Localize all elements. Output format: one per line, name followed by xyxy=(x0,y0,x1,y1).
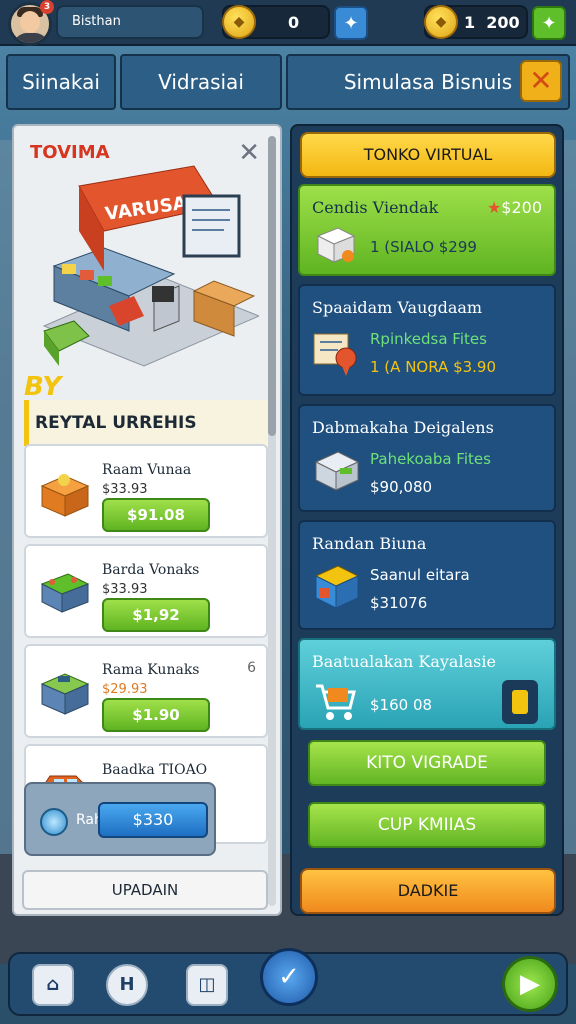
buy-button[interactable]: $91.08 xyxy=(102,498,210,532)
card-title: Cendis Viendak xyxy=(312,198,439,217)
player-name: Bisthan xyxy=(56,5,204,39)
shop-item[interactable]: Raam Vunaa $33.93 $91.08 xyxy=(24,444,268,538)
avatar-face xyxy=(20,11,40,33)
crate-icon xyxy=(40,474,90,517)
coins-counter: ◆ 0 xyxy=(222,5,330,39)
badge-container xyxy=(502,680,538,724)
cooler-box-icon xyxy=(40,673,90,715)
item-price: $33.93 xyxy=(102,482,148,497)
card-title: Dabmakaha Deigalens xyxy=(312,418,494,437)
avatar-suit xyxy=(13,33,49,43)
card-line: 1 (SIALO $299 xyxy=(370,238,477,256)
business-panel: TONKO VIRTUAL Cendis Viendak ★$200 1 (SI… xyxy=(290,124,564,916)
produce-cart-icon xyxy=(40,573,90,613)
tab-bar: Siinakai Vidrasiai Simulasa Bisnuis ✕ xyxy=(6,54,570,110)
buy-button[interactable]: $1,92 xyxy=(102,598,210,632)
business-card[interactable]: Cendis Viendak ★$200 1 (SIALO $299 xyxy=(298,184,556,276)
coins-value: 0 xyxy=(288,13,300,32)
item-price: $33.93 xyxy=(102,582,148,597)
shop-booth-illustration: VARUSA xyxy=(42,165,259,367)
buy-button[interactable]: $1.90 xyxy=(102,698,210,732)
update-button[interactable]: UPADAIN xyxy=(22,870,268,910)
card-badge-value: $200 xyxy=(501,198,542,217)
bottom-nav: ⌂ H ◫ ✓ ▶ xyxy=(8,948,568,1016)
card-line: 1 (A NORA $3.90 xyxy=(370,358,497,376)
gold-counter: ◆ 1 200 xyxy=(424,5,528,39)
card-title: Spaaidam Vaugdaam xyxy=(312,298,483,317)
upgrade-button[interactable]: KITO VIGRADE xyxy=(308,740,546,786)
item-name: Rama Kunaks xyxy=(102,662,200,678)
gold-coin-icon: ◆ xyxy=(424,5,458,39)
card-line: $90,080 xyxy=(370,478,433,496)
banner-text: BY xyxy=(24,372,62,402)
home-icon[interactable]: ⌂ xyxy=(32,964,74,1006)
card-subtitle: Rpinkedsa Fites xyxy=(370,330,487,348)
coin-icon: ◆ xyxy=(222,5,256,39)
tab-3-label: Simulasa Bisnuis xyxy=(343,70,513,94)
business-card[interactable]: Baatualakan Kayalasie $160 08 xyxy=(298,638,556,730)
star-icon: ★ xyxy=(486,198,502,217)
box-icon xyxy=(314,565,360,609)
scrollbar[interactable] xyxy=(268,136,276,906)
checkmark-icon[interactable]: ✓ xyxy=(260,948,318,1006)
return-card[interactable]: Rahten $330 xyxy=(24,782,216,856)
stats-icon[interactable]: H xyxy=(106,964,148,1006)
item-name: Baadka TIOAO xyxy=(102,762,208,778)
notification-badge: 3 xyxy=(40,0,54,14)
dadkie-button[interactable]: DADKIE xyxy=(300,868,556,914)
machine-icon xyxy=(314,451,360,491)
item-name: Raam Vunaa xyxy=(102,462,192,478)
close-button[interactable]: ✕ xyxy=(520,60,562,102)
tab-2[interactable]: Vidrasiai xyxy=(120,54,282,110)
business-card[interactable]: Dabmakaha Deigalens Pahekoaba Fites $90,… xyxy=(298,404,556,512)
cup-button[interactable]: CUP KMIIAS xyxy=(308,802,546,848)
add-gold-button[interactable]: ✦ xyxy=(532,6,566,40)
section-title: REYTAL URREHIS xyxy=(24,400,268,446)
shop-item[interactable]: Barda Vonaks $33.93 $1,92 xyxy=(24,544,268,638)
scrollbar-thumb[interactable] xyxy=(268,136,276,436)
map-pin-icon xyxy=(313,333,357,376)
card-title: Randan Biuna xyxy=(312,534,427,553)
card-title: Baatualakan Kayalasie xyxy=(312,652,496,671)
item-extra: 6 xyxy=(247,660,256,676)
shop-icon[interactable]: ◫ xyxy=(186,964,228,1006)
package-icon xyxy=(316,227,356,263)
battery-icon xyxy=(512,690,528,714)
play-icon[interactable]: ▶ xyxy=(502,956,558,1012)
item-price: $29.93 xyxy=(102,682,148,697)
tab-1[interactable]: Siinakai xyxy=(6,54,116,110)
add-coins-button[interactable]: ✦ xyxy=(334,6,368,40)
shopping-cart-icon xyxy=(316,684,356,720)
shop-panel: TOVIMA ✕ VARUSA BY REYTAL URREHIS Raam V… xyxy=(12,124,282,916)
card-line: $31076 xyxy=(370,594,428,612)
card-subtitle: Saanul eitara xyxy=(370,566,470,584)
top-bar: 3 Bisthan ◆ 0 ✦ ◆ 1 200 ✦ xyxy=(0,0,576,46)
gold-value: 1 200 xyxy=(464,13,520,32)
item-name: Barda Vonaks xyxy=(102,562,200,578)
virtual-store-button[interactable]: TONKO VIRTUAL xyxy=(300,132,556,178)
card-line: $160 08 xyxy=(370,696,433,714)
card-badge: ★$200 xyxy=(487,198,542,217)
business-card[interactable]: Randan Biuna Saanul eitara $31076 xyxy=(298,520,556,630)
shop-item[interactable]: Rama Kunaks $29.93 $1.90 6 xyxy=(24,644,268,738)
business-card[interactable]: Spaaidam Vaugdaam Rpinkedsa Fites 1 (A N… xyxy=(298,284,556,396)
card-subtitle: Pahekoaba Fites xyxy=(370,450,491,468)
return-button[interactable]: $330 xyxy=(98,802,208,838)
globe-icon xyxy=(40,808,68,836)
